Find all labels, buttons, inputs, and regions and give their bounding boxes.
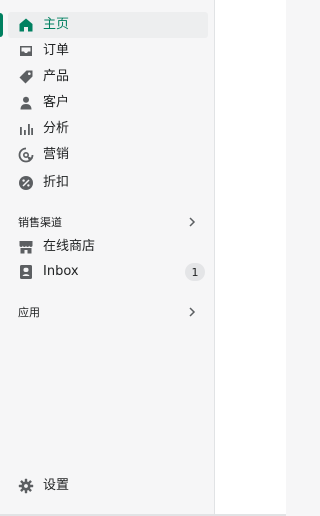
section-title: 销售渠道 bbox=[18, 216, 62, 229]
nav-item-label: 在线商店 bbox=[43, 239, 96, 254]
nav-item-orders[interactable]: 订单 bbox=[8, 38, 208, 64]
home-icon bbox=[18, 17, 34, 33]
nav-item-label: 分析 bbox=[43, 121, 70, 136]
target-pointer-icon bbox=[18, 147, 34, 163]
section-title: 应用 bbox=[18, 306, 40, 319]
nav-item-label: 主页 bbox=[43, 17, 70, 32]
apps-header[interactable]: 应用 bbox=[18, 302, 198, 322]
nav-item-settings[interactable]: 设置 bbox=[8, 473, 208, 499]
bar-chart-icon bbox=[18, 121, 34, 137]
tag-icon bbox=[18, 69, 34, 85]
nav-item-label: 客户 bbox=[43, 95, 70, 110]
gear-icon bbox=[18, 478, 34, 494]
nav-item-discounts[interactable]: 折扣 bbox=[8, 170, 208, 196]
nav-item-label: 折扣 bbox=[43, 175, 70, 190]
sidebar: 主页 订单 产品 客户 分析 营销 折扣 销售渠道 在线商店 Inbox 1 应… bbox=[0, 0, 215, 516]
chevron-right-icon bbox=[186, 306, 198, 318]
nav-item-label: 订单 bbox=[43, 43, 70, 58]
sales-channels-header[interactable]: 销售渠道 bbox=[18, 212, 198, 232]
storefront-icon bbox=[18, 239, 34, 255]
discount-icon bbox=[18, 175, 34, 191]
nav-item-label: 设置 bbox=[43, 478, 70, 493]
chevron-right-icon bbox=[186, 216, 198, 228]
nav-item-label: Inbox bbox=[43, 264, 79, 279]
unread-count-badge: 1 bbox=[185, 263, 205, 281]
person-icon bbox=[18, 95, 34, 111]
nav-item-analytics[interactable]: 分析 bbox=[8, 116, 208, 142]
nav-item-products[interactable]: 产品 bbox=[8, 64, 208, 90]
nav-item-label: 营销 bbox=[43, 147, 70, 162]
inbox-app-icon bbox=[18, 264, 34, 280]
active-indicator bbox=[0, 13, 3, 37]
nav-item-home[interactable]: 主页 bbox=[8, 12, 208, 38]
nav-item-label: 产品 bbox=[43, 69, 70, 84]
main-content bbox=[215, 0, 286, 516]
nav-item-marketing[interactable]: 营销 bbox=[8, 142, 208, 168]
nav-item-customers[interactable]: 客户 bbox=[8, 90, 208, 116]
nav-item-online-store[interactable]: 在线商店 bbox=[8, 234, 208, 260]
inbox-tray-icon bbox=[18, 43, 34, 59]
nav-item-inbox[interactable]: Inbox 1 bbox=[8, 259, 208, 285]
